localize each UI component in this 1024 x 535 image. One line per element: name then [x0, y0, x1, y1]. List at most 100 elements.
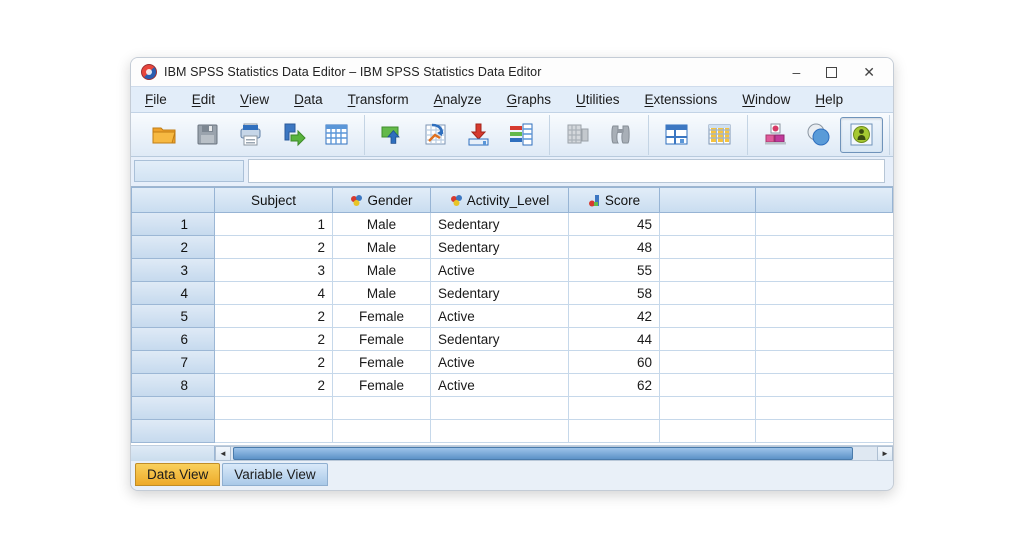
- cell[interactable]: Active: [431, 305, 569, 328]
- scroll-right-icon[interactable]: ►: [877, 446, 893, 461]
- cell[interactable]: Female: [333, 351, 431, 374]
- row-number[interactable]: 6: [131, 328, 215, 351]
- cell[interactable]: [756, 259, 893, 282]
- cell[interactable]: [756, 305, 893, 328]
- cell[interactable]: Active: [431, 259, 569, 282]
- cell[interactable]: [431, 420, 569, 443]
- cell[interactable]: [660, 213, 756, 236]
- row-number[interactable]: 5: [131, 305, 215, 328]
- recall-dialogs-icon[interactable]: [371, 117, 414, 153]
- cell[interactable]: 44: [569, 328, 660, 351]
- data-grid-icon[interactable]: [315, 117, 358, 153]
- scroll-left-icon[interactable]: ◄: [215, 446, 231, 461]
- cell[interactable]: 2: [215, 305, 333, 328]
- goto-case-icon[interactable]: [457, 117, 500, 153]
- cell[interactable]: 58: [569, 282, 660, 305]
- cell[interactable]: [660, 420, 756, 443]
- cell[interactable]: [660, 397, 756, 420]
- value-labels-toggle-icon[interactable]: [840, 116, 883, 153]
- cell[interactable]: 45: [569, 213, 660, 236]
- insert-variable-icon[interactable]: [698, 117, 741, 153]
- cell[interactable]: Sedentary: [431, 236, 569, 259]
- export-data-icon[interactable]: [272, 117, 315, 153]
- horizontal-scrollbar-thumb[interactable]: [233, 447, 854, 460]
- cell[interactable]: [569, 397, 660, 420]
- cell[interactable]: Active: [431, 351, 569, 374]
- maximize-button[interactable]: [826, 66, 838, 78]
- row-number[interactable]: 3: [131, 259, 215, 282]
- cell[interactable]: [756, 397, 893, 420]
- menu-utilities[interactable]: Utilities: [576, 92, 620, 107]
- close-button[interactable]: ✕: [863, 65, 875, 79]
- cell-name-box[interactable]: [134, 160, 244, 182]
- row-number[interactable]: 8: [131, 374, 215, 397]
- menu-file[interactable]: File: [145, 92, 167, 107]
- cell[interactable]: 2: [215, 328, 333, 351]
- cell[interactable]: 55: [569, 259, 660, 282]
- column-header-empty-2[interactable]: [756, 187, 893, 213]
- cell[interactable]: 42: [569, 305, 660, 328]
- cell[interactable]: [756, 351, 893, 374]
- menu-extensions[interactable]: Extenssions: [644, 92, 717, 107]
- cell[interactable]: Sedentary: [431, 328, 569, 351]
- row-number[interactable]: [131, 420, 215, 443]
- cell[interactable]: [660, 351, 756, 374]
- menu-help[interactable]: Help: [815, 92, 843, 107]
- column-header-score[interactable]: Score: [569, 187, 660, 213]
- row-number[interactable]: 1: [131, 213, 215, 236]
- row-number[interactable]: 7: [131, 351, 215, 374]
- insert-cases-icon[interactable]: [655, 117, 698, 153]
- cell[interactable]: [660, 305, 756, 328]
- tab-data-view[interactable]: Data View: [135, 463, 221, 486]
- goto-chart-icon[interactable]: [414, 117, 457, 153]
- cell[interactable]: 1: [215, 213, 333, 236]
- row-number[interactable]: [131, 397, 215, 420]
- cell[interactable]: Sedentary: [431, 213, 569, 236]
- cell[interactable]: [333, 397, 431, 420]
- column-header-activity-level[interactable]: Activity_Level: [431, 187, 569, 213]
- cell[interactable]: [756, 236, 893, 259]
- cell[interactable]: 2: [215, 374, 333, 397]
- menu-transform[interactable]: Transform: [348, 92, 409, 107]
- column-header-gender[interactable]: Gender: [333, 187, 431, 213]
- cell[interactable]: 2: [215, 236, 333, 259]
- cell[interactable]: [756, 374, 893, 397]
- cell[interactable]: [660, 236, 756, 259]
- row-number[interactable]: 2: [131, 236, 215, 259]
- menu-window[interactable]: Window: [742, 92, 790, 107]
- cell[interactable]: [431, 397, 569, 420]
- cell[interactable]: [756, 282, 893, 305]
- find-icon[interactable]: [599, 117, 642, 153]
- cell[interactable]: [660, 374, 756, 397]
- cell[interactable]: Sedentary: [431, 282, 569, 305]
- menu-edit[interactable]: Edit: [192, 92, 215, 107]
- use-variable-sets-icon[interactable]: [754, 117, 797, 153]
- cell[interactable]: 60: [569, 351, 660, 374]
- goto-variable-icon[interactable]: [500, 117, 543, 153]
- horizontal-scrollbar-track[interactable]: [231, 446, 877, 461]
- cell[interactable]: 3: [215, 259, 333, 282]
- cell[interactable]: 48: [569, 236, 660, 259]
- cell[interactable]: 62: [569, 374, 660, 397]
- tab-variable-view[interactable]: Variable View: [222, 463, 328, 486]
- cell[interactable]: Male: [333, 236, 431, 259]
- cell[interactable]: Male: [333, 282, 431, 305]
- menu-graphs[interactable]: Graphs: [507, 92, 551, 107]
- open-file-icon[interactable]: [143, 117, 186, 153]
- cell[interactable]: [215, 397, 333, 420]
- cell[interactable]: 4: [215, 282, 333, 305]
- menu-view[interactable]: View: [240, 92, 269, 107]
- cell[interactable]: Male: [333, 213, 431, 236]
- cell[interactable]: [756, 420, 893, 443]
- cell[interactable]: [333, 420, 431, 443]
- cell[interactable]: [660, 259, 756, 282]
- column-header-subject[interactable]: Subject: [215, 187, 333, 213]
- cell[interactable]: [569, 420, 660, 443]
- cell[interactable]: [756, 328, 893, 351]
- menu-data[interactable]: Data: [294, 92, 323, 107]
- row-number[interactable]: 4: [131, 282, 215, 305]
- cell[interactable]: Female: [333, 328, 431, 351]
- cell[interactable]: Female: [333, 374, 431, 397]
- column-header-empty-1[interactable]: [660, 187, 756, 213]
- minimize-button[interactable]: –: [792, 65, 800, 79]
